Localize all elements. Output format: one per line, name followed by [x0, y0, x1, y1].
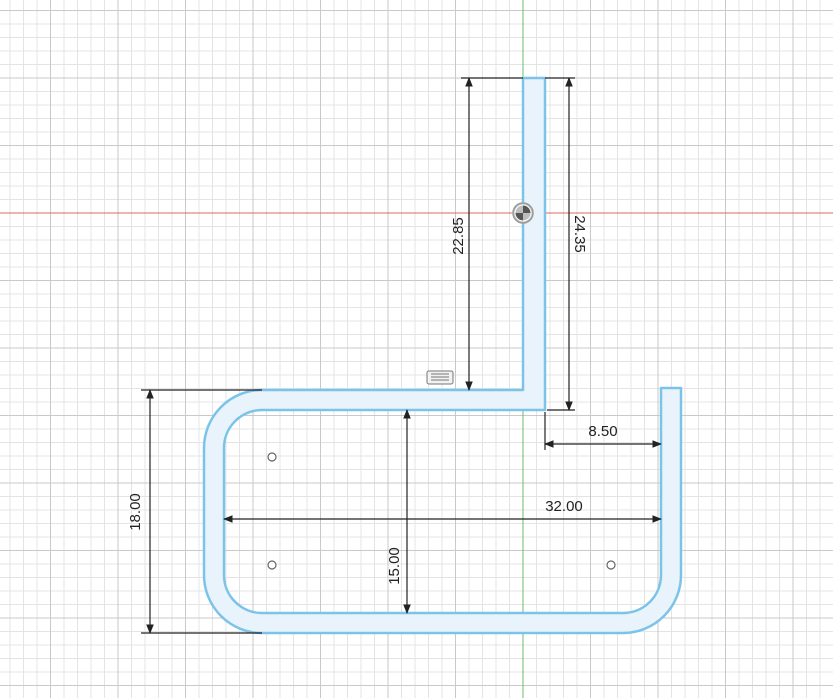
dimension-label-8-50: 8.50 [588, 423, 617, 440]
dimension-label-22-85: 22.85 [450, 217, 467, 255]
hole-point-icon[interactable] [606, 560, 616, 570]
dimension-8-50[interactable]: 8.50 [544, 412, 662, 450]
dimension-label-18-00: 18.00 [127, 493, 144, 531]
sketch-canvas[interactable]: 22.85 24.35 8.50 32.00 18.00 15.00 [0, 0, 833, 698]
sketch-grid-minor [0, 0, 833, 698]
dimension-15-00[interactable]: 15.00 [386, 409, 411, 614]
hole-point-icon[interactable] [267, 452, 277, 462]
dimension-label-24-35: 24.35 [571, 215, 588, 253]
dimension-label-15-00: 15.00 [386, 547, 403, 585]
dimension-marker-icon[interactable] [426, 370, 454, 385]
origin-point-icon[interactable] [512, 202, 534, 224]
dimension-22-85[interactable]: 22.85 [450, 77, 523, 391]
hole-point-icon[interactable] [267, 560, 277, 570]
dimension-24-35[interactable]: 24.35 [545, 77, 588, 411]
dimension-label-32-00: 32.00 [545, 498, 583, 515]
dimension-18-00[interactable]: 18.00 [127, 389, 262, 634]
